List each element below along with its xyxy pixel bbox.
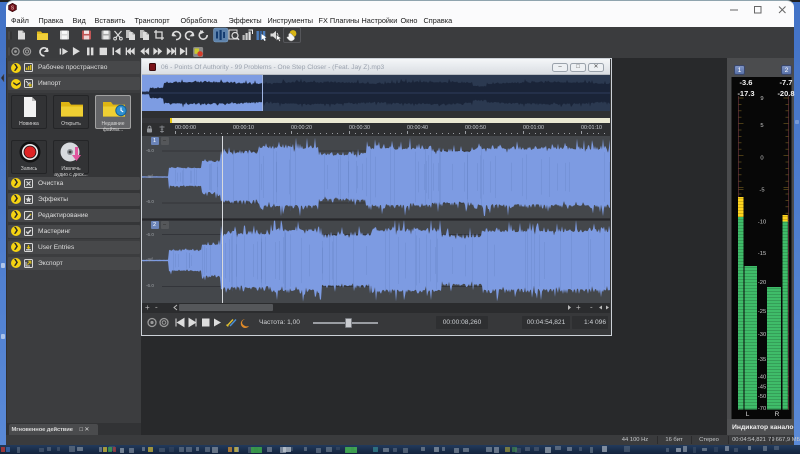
svg-text:-15: -15 — [758, 251, 766, 257]
svg-text:-45: -45 — [758, 385, 766, 391]
svg-text:R: R — [775, 411, 780, 418]
svg-text:-5: -5 — [759, 188, 764, 194]
svg-text:-40: -40 — [758, 375, 766, 381]
svg-text:5: 5 — [760, 123, 763, 129]
svg-text:+: + — [145, 303, 150, 312]
svg-text:-: - — [155, 303, 158, 312]
svg-text:-35: -35 — [758, 357, 766, 363]
svg-text:-25: -25 — [758, 309, 766, 315]
svg-text:0: 0 — [760, 156, 763, 162]
svg-text:+: + — [576, 303, 581, 312]
svg-text:L: L — [746, 411, 750, 418]
svg-text:-: - — [590, 303, 593, 312]
svg-text:-50: -50 — [758, 394, 766, 400]
svg-text:-30: -30 — [758, 332, 766, 338]
svg-text:-20: -20 — [758, 280, 766, 286]
svg-text:-10: -10 — [758, 220, 766, 226]
svg-text:-70: -70 — [758, 406, 766, 412]
